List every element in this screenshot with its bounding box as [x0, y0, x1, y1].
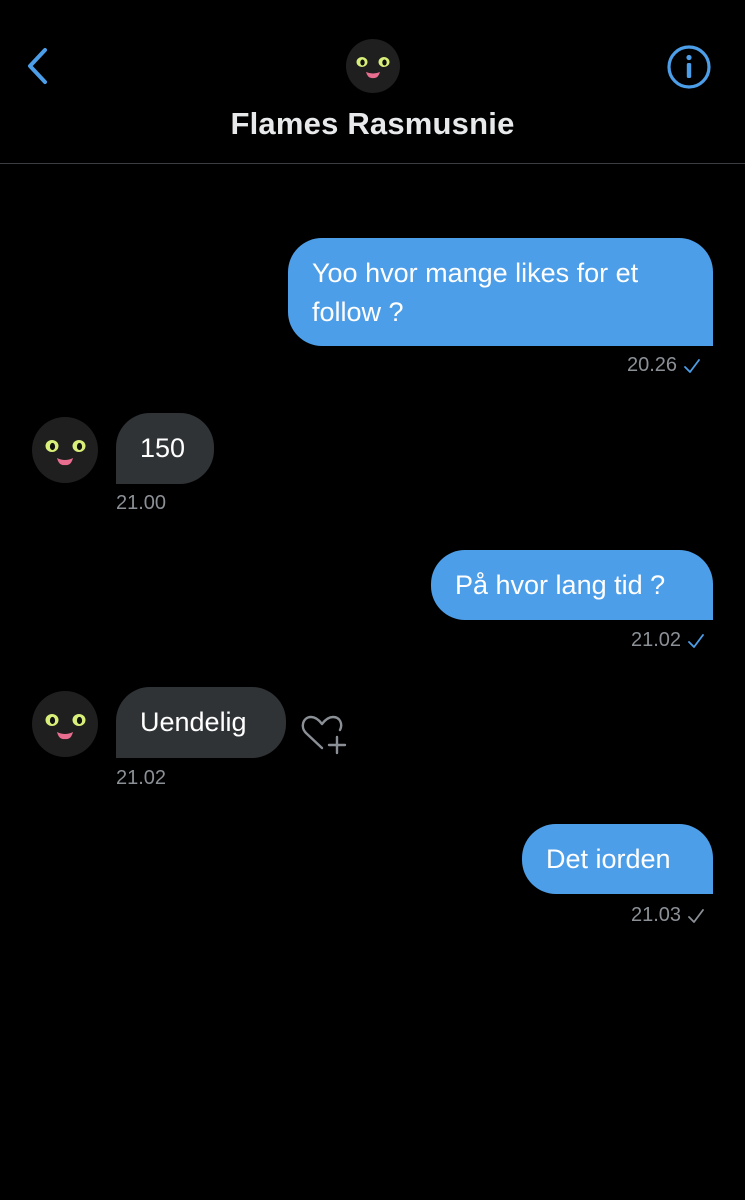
- message-meta: 20.26: [627, 354, 701, 377]
- message-bubble-outgoing[interactable]: Yoo hvor mange likes for et follow ?: [288, 238, 713, 346]
- info-icon: [667, 45, 711, 89]
- conversation-title: Flames Rasmusnie: [230, 106, 515, 141]
- message-bubble-outgoing[interactable]: Det iorden: [522, 824, 713, 894]
- sender-avatar[interactable]: [31, 690, 99, 758]
- read-check-icon: [684, 358, 700, 373]
- add-reaction-button[interactable]: [300, 712, 348, 756]
- back-button[interactable]: [22, 46, 56, 86]
- read-check-icon: [688, 633, 704, 648]
- message-time: 21.02: [631, 629, 682, 651]
- sender-avatar[interactable]: [31, 416, 99, 484]
- sent-check-icon: [688, 908, 704, 923]
- message-meta: 21.00: [116, 492, 166, 515]
- chevron-left-icon: [28, 48, 47, 84]
- contact-avatar[interactable]: [345, 38, 401, 94]
- message-meta: 21.03: [631, 904, 705, 927]
- heart-plus-icon: [301, 715, 347, 755]
- conversation-header: Flames Rasmusnie: [0, 0, 745, 164]
- info-button[interactable]: [666, 44, 712, 90]
- message-time: 21.03: [631, 904, 682, 926]
- message-bubble-incoming[interactable]: Uendelig: [116, 687, 286, 758]
- message-bubble-outgoing[interactable]: På hvor lang tid ?: [431, 550, 713, 620]
- message-time: 21.00: [116, 492, 167, 514]
- message-meta: 21.02: [116, 767, 166, 790]
- message-time: 21.02: [116, 767, 167, 789]
- message-meta: 21.02: [631, 629, 705, 652]
- message-bubble-incoming[interactable]: 150: [116, 413, 214, 484]
- message-time: 20.26: [627, 354, 678, 376]
